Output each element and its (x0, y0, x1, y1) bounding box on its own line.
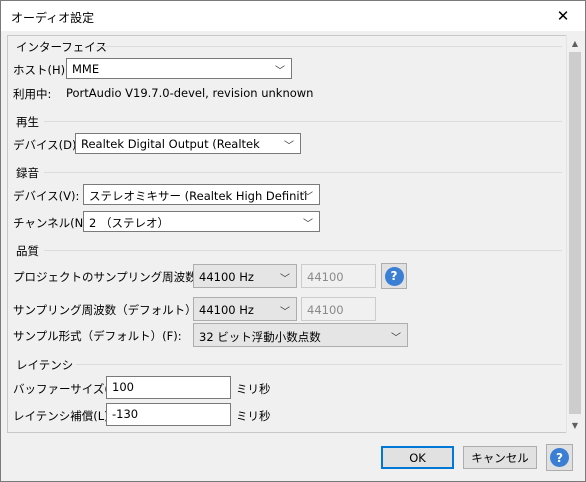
latency-compensation-unit: ミリ秒 (236, 409, 271, 423)
recording-device-value: ステレオミキサー (Realtek High Definiti (89, 189, 308, 203)
project-rate-custom-field: 44100 (301, 264, 376, 288)
scroll-up-arrow-icon[interactable]: ▲ (567, 35, 583, 51)
section-divider (44, 172, 562, 173)
help-button-footer[interactable]: ? (546, 444, 573, 471)
vertical-scrollbar[interactable]: ▲ ▼ (566, 35, 583, 433)
project-rate-select[interactable]: 44100 Hz ﹀ (193, 264, 297, 288)
using-value: PortAudio V19.7.0-devel, revision unknow… (66, 86, 314, 100)
playback-device-select[interactable]: Realtek Digital Output (Realtek ﹀ (75, 133, 301, 154)
chevron-down-icon: ﹀ (303, 192, 313, 203)
channels-select[interactable]: 2 （ステレオ） ﹀ (83, 211, 320, 232)
channels-label: チャンネル(N): (13, 216, 92, 230)
help-icon: ? (550, 448, 569, 467)
section-divider (96, 46, 562, 47)
dialog-title: オーディオ設定 (11, 11, 95, 25)
default-rate-select[interactable]: 44100 Hz ﹀ (193, 297, 297, 321)
cancel-button[interactable]: キャンセル (463, 446, 537, 469)
default-rate-label: サンプリング周波数（デフォルト）(E): (13, 303, 217, 317)
title-bar: オーディオ設定 ✕ (1, 1, 585, 31)
section-title-recording: 録音 (16, 166, 39, 180)
project-rate-value: 44100 Hz (199, 270, 254, 284)
settings-panel: インターフェイス ホスト(H): MME ﹀ 利用中: PortAudio V1… (7, 35, 567, 433)
section-title-interface: インターフェイス (16, 40, 107, 54)
sample-format-value: 32 ビット浮動小数点数 (199, 330, 321, 344)
chevron-down-icon: ﹀ (280, 274, 290, 285)
chevron-down-icon: ﹀ (275, 66, 285, 77)
chevron-down-icon: ﹀ (391, 333, 401, 344)
recording-device-label: デバイス(V): (13, 189, 80, 203)
close-icon: ✕ (556, 7, 570, 25)
audio-settings-dialog: オーディオ設定 ✕ インターフェイス ホスト(H): MME ﹀ 利用中: Po… (0, 0, 586, 482)
channels-value: 2 （ステレオ） (89, 216, 169, 230)
buffer-size-input[interactable]: 100 (106, 376, 231, 399)
section-divider (76, 364, 562, 365)
sample-format-label: サンプル形式（デフォルト）(F): (13, 329, 182, 343)
help-button[interactable]: ? (381, 263, 407, 289)
buffer-size-unit: ミリ秒 (236, 382, 271, 396)
default-rate-custom-field: 44100 (301, 297, 376, 321)
chevron-down-icon: ﹀ (280, 307, 290, 318)
project-rate-label: プロジェクトのサンプリング周波数 (P): (13, 270, 221, 284)
section-title-playback: 再生 (16, 115, 39, 129)
default-rate-value: 44100 Hz (199, 303, 254, 317)
help-icon: ? (384, 266, 404, 286)
close-button[interactable]: ✕ (541, 1, 585, 31)
latency-compensation-input[interactable]: -130 (106, 403, 231, 426)
playback-device-value: Realtek Digital Output (Realtek (81, 137, 260, 151)
host-select-value: MME (72, 62, 100, 76)
host-select[interactable]: MME ﹀ (66, 58, 292, 79)
section-divider (44, 121, 562, 122)
ok-button[interactable]: OK (381, 446, 454, 469)
playback-device-label: デバイス(D): (13, 138, 81, 152)
chevron-down-icon: ﹀ (284, 141, 294, 152)
section-divider (44, 250, 562, 251)
latency-compensation-label: レイテンシ補償(L): (13, 409, 113, 423)
scroll-thumb[interactable] (569, 52, 581, 414)
recording-device-select[interactable]: ステレオミキサー (Realtek High Definiti ﹀ (83, 184, 320, 205)
section-title-latency: レイテンシ (16, 358, 74, 372)
scroll-down-arrow-icon[interactable]: ▼ (567, 417, 583, 433)
sample-format-select[interactable]: 32 ビット浮動小数点数 ﹀ (193, 323, 408, 347)
host-label: ホスト(H): (13, 63, 69, 77)
section-title-quality: 品質 (16, 244, 39, 258)
using-label: 利用中: (13, 87, 52, 101)
chevron-down-icon: ﹀ (303, 219, 313, 230)
